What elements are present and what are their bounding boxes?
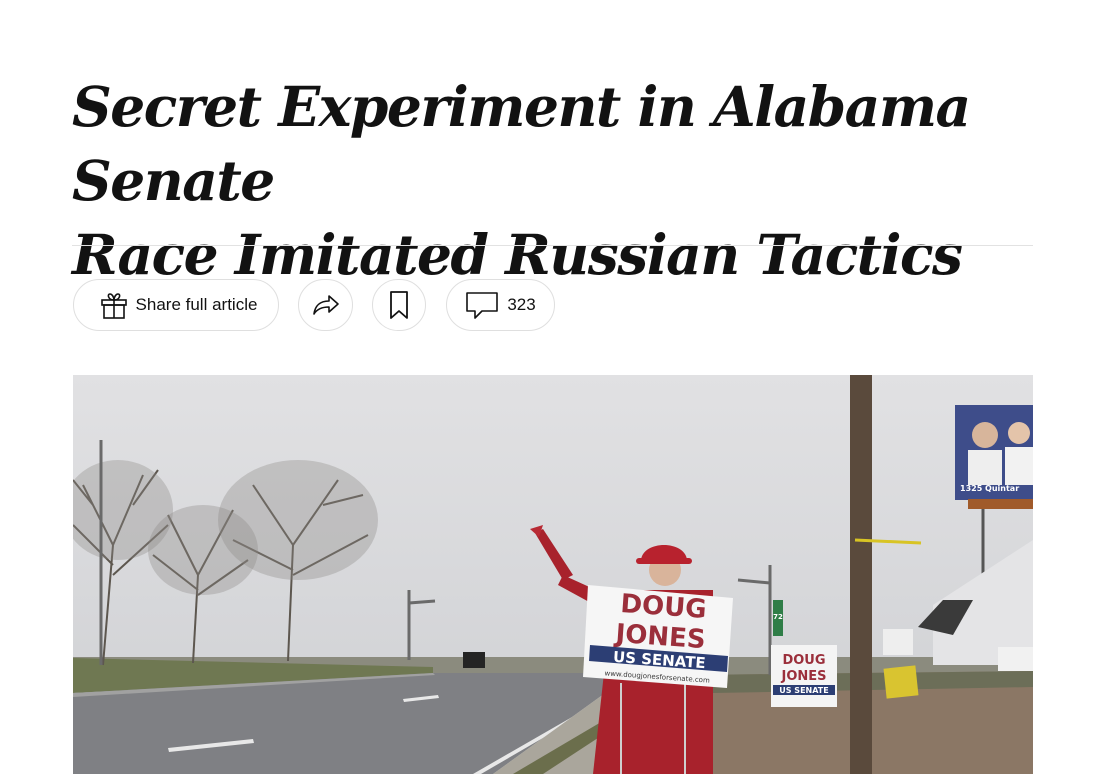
doug-jones-small-sign: DOUG JONES US SENATE — [771, 645, 837, 707]
small-sign-line-jones: JONES — [780, 669, 826, 684]
comment-count: 323 — [507, 295, 536, 314]
article-hero-photo: 72 1325 Quintar DOUG JONES US SENATE www… — [73, 375, 1033, 774]
comments-button[interactable]: 323 — [446, 279, 555, 331]
share-arrow-icon — [311, 293, 341, 317]
article-headline: Secret Experiment in Alabama Senate Race… — [72, 70, 1052, 292]
share-button[interactable] — [298, 279, 353, 331]
bookmark-icon — [388, 290, 410, 320]
small-sign-line-doug: DOUG — [782, 653, 825, 668]
road-sign-number: 72 — [773, 613, 783, 621]
share-full-article-button[interactable]: Share full article — [73, 279, 279, 331]
headline-line-2: Race Imitated Russian Tactics — [72, 222, 963, 287]
gift-icon — [99, 290, 129, 320]
headline-line-1: Secret Experiment in Alabama Senate — [72, 74, 971, 213]
comment-bubble-icon — [465, 290, 499, 320]
share-full-article-label: Share full article — [135, 295, 258, 314]
street-scene-illustration: 72 1325 Quintar DOUG JONES US SENATE www… — [73, 375, 1033, 774]
small-sign-band: US SENATE — [779, 686, 828, 695]
headline-divider — [72, 245, 1033, 246]
billboard-text: 1325 Quintar — [960, 484, 1019, 493]
save-button[interactable] — [372, 279, 426, 331]
